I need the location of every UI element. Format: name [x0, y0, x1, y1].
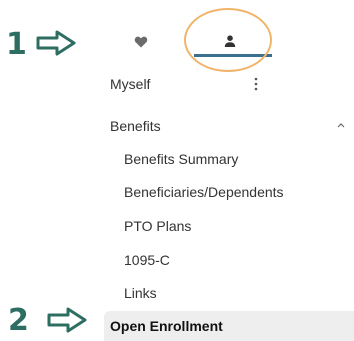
person-icon	[224, 35, 236, 47]
submenu-item-label: 1095-C	[124, 252, 170, 268]
submenu-item-links[interactable]: Links	[104, 278, 354, 308]
submenu-item-label: PTO Plans	[124, 218, 192, 234]
submenu-item-benefits-summary[interactable]: Benefits Summary	[104, 144, 354, 174]
menu-item-benefits[interactable]: Benefits	[104, 111, 354, 141]
active-tab-indicator	[194, 54, 272, 57]
submenu-item-label: Benefits Summary	[124, 151, 239, 167]
menu-item-label: Myself	[110, 76, 151, 92]
submenu-item-pto-plans[interactable]: PTO Plans	[104, 211, 354, 241]
callout-number-1: 1	[6, 27, 27, 62]
menu-item-label: Benefits	[110, 118, 161, 134]
profile-tab[interactable]	[212, 32, 248, 56]
menu-item-label: Open Enrollment	[110, 318, 223, 334]
submenu-item-beneficiaries-dependents[interactable]: Beneficiaries/Dependents	[104, 177, 354, 207]
submenu-item-1095c[interactable]: 1095-C	[104, 245, 354, 275]
submenu-item-label: Beneficiaries/Dependents	[124, 184, 284, 200]
callout-arrow-icon	[47, 307, 87, 333]
submenu-item-label: Links	[124, 285, 157, 301]
heart-icon	[134, 36, 148, 48]
menu-item-open-enrollment[interactable]: Open Enrollment	[104, 311, 354, 341]
chevron-up-icon[interactable]	[336, 120, 346, 130]
callout-arrow-icon	[36, 30, 76, 56]
menu-item-myself[interactable]: Myself	[104, 69, 354, 99]
app-menu-screen: 1 Myself Benefits Benefits Summary Benef…	[0, 0, 354, 341]
favorites-tab[interactable]	[133, 34, 149, 50]
more-options-icon[interactable]	[253, 77, 259, 91]
callout-number-2: 2	[8, 303, 29, 338]
